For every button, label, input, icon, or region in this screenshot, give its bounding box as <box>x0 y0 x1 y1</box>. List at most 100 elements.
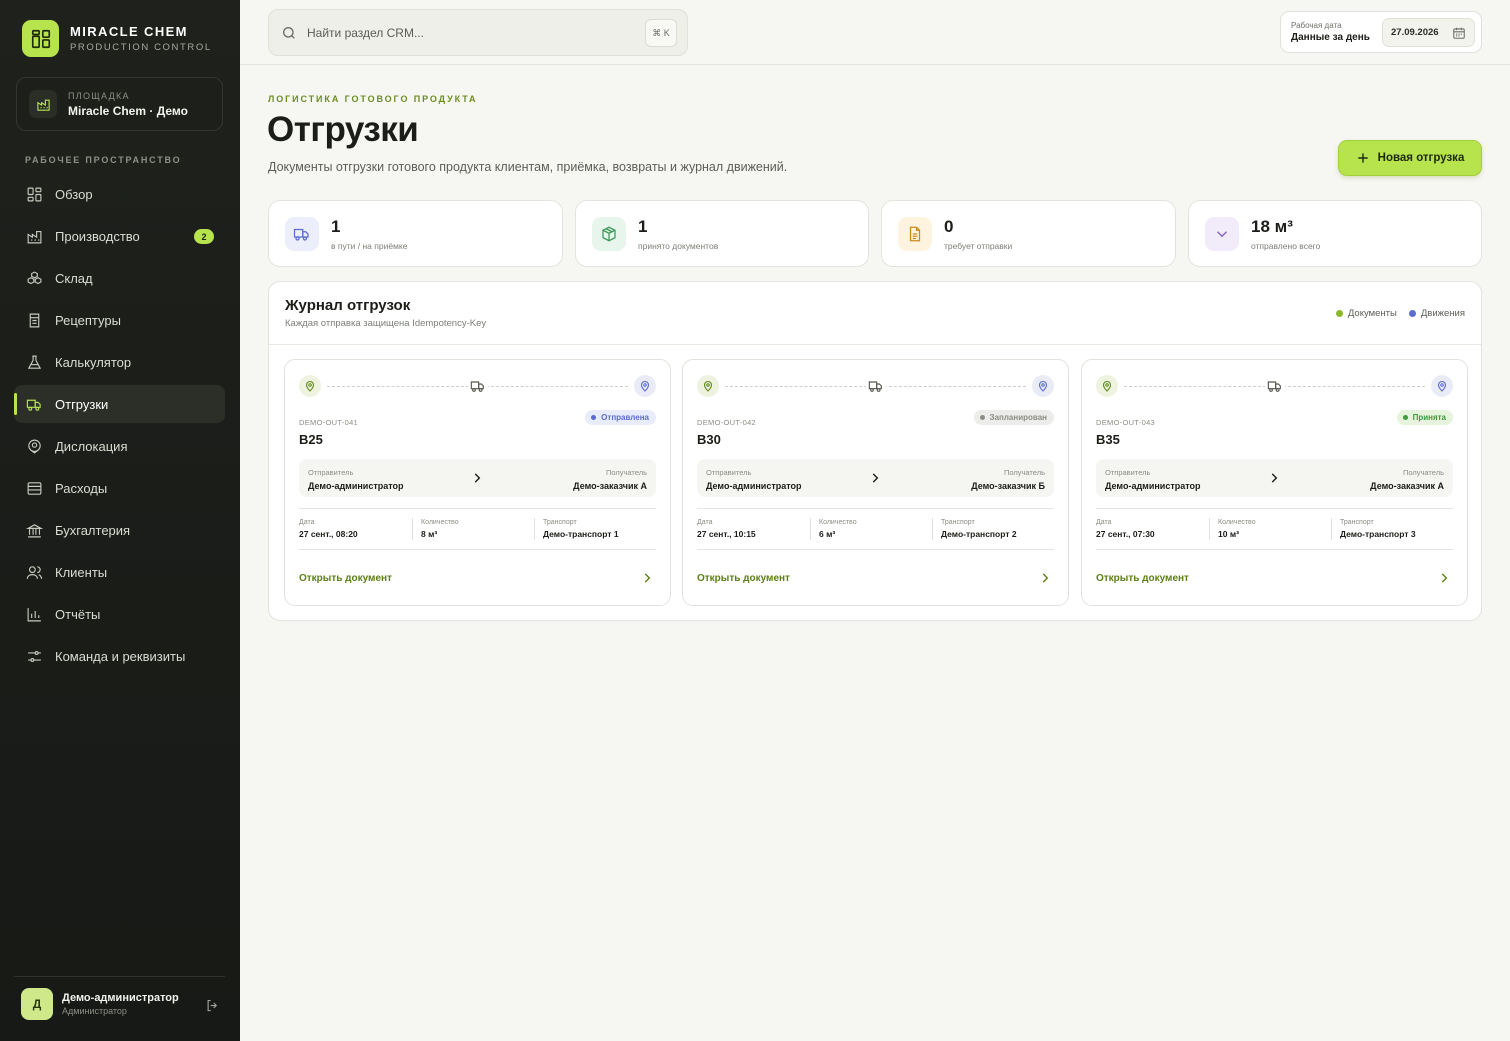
stat-value: 1 <box>331 216 341 236</box>
destination-pin-icon <box>634 375 656 397</box>
shipment-meta: Дата 27 сент., 08:20 Количество 8 м³ Транс… <box>299 508 656 550</box>
brand[interactable]: MIRACLE CHEM PRODUCTION CONTROL <box>22 20 212 57</box>
sidebar-item-reports[interactable]: Отчёты <box>14 595 225 633</box>
open-document-link[interactable]: Открыть документ <box>1096 570 1453 586</box>
shipment-code: DEMO-OUT-041 <box>299 418 359 427</box>
origin-pin-icon <box>1096 375 1118 397</box>
page-description: Документы отгрузки готового продукта кли… <box>268 160 788 174</box>
receiver-label: Получатель <box>1403 468 1444 477</box>
quantity-value: 10 м³ <box>1218 529 1239 539</box>
search-input[interactable] <box>307 25 627 40</box>
destination-pin-icon <box>1431 375 1453 397</box>
sender-label: Отправитель <box>308 468 354 477</box>
truck-icon <box>866 376 886 396</box>
site-selector[interactable]: ПЛОЩАДКА Miracle Chem · Демо <box>16 77 223 131</box>
workdate-picker: Рабочая дата Данные за день 27.09.2026 <box>1280 11 1482 53</box>
boxes-icon <box>26 270 43 287</box>
sender-label: Отправитель <box>1105 468 1151 477</box>
sender-label: Отправитель <box>706 468 752 477</box>
sidebar-item-team[interactable]: Команда и реквизиты <box>14 637 225 675</box>
status-badge: Принята <box>1396 410 1453 425</box>
status-badge: Отправлена <box>585 410 656 425</box>
shipment-card[interactable]: Запланирован DEMO-OUT-042 B30 Отправител… <box>682 359 1069 606</box>
user-profile[interactable]: Д Демо-администратор Администратор <box>21 988 221 1020</box>
new-shipment-label: Новая отгрузка <box>1377 152 1465 164</box>
sidebar-item-label: Дислокация <box>55 438 128 454</box>
sidebar-item-shipments[interactable]: Отгрузки <box>14 385 225 423</box>
sidebar-item-overview[interactable]: Обзор <box>14 175 225 213</box>
logout-icon[interactable] <box>203 996 221 1014</box>
wallet-icon <box>26 480 43 497</box>
stat-label: требует отправки <box>944 240 1013 251</box>
shipment-route <box>299 375 656 397</box>
workspace-section-label: РАБОЧЕЕ ПРОСТРАНСТВО <box>25 155 182 165</box>
users-icon <box>26 564 43 581</box>
open-document-label: Открыть документ <box>299 572 392 584</box>
receiver-label: Получатель <box>1004 468 1045 477</box>
search-bar[interactable]: ⌘ K <box>268 9 688 56</box>
date-value: 27 сент., 07:30 <box>1096 529 1155 539</box>
journal-header: Журнал отгрузок Каждая отправка защищена… <box>269 282 1481 345</box>
open-document-link[interactable]: Открыть документ <box>299 570 656 586</box>
workdate-field[interactable]: 27.09.2026 <box>1382 18 1475 47</box>
sidebar-item-calculator[interactable]: Калькулятор <box>14 343 225 381</box>
sidebar-item-label: Рецептуры <box>55 312 121 328</box>
status-badge: Запланирован <box>973 410 1054 425</box>
origin-pin-icon <box>299 375 321 397</box>
transport-value: Демо-транспорт 3 <box>1340 529 1416 539</box>
factory-icon <box>26 228 43 245</box>
receiver-value: Демо-заказчик А <box>573 481 647 491</box>
receiver-label: Получатель <box>606 468 647 477</box>
shipment-parties: Отправитель Демо-администратор Получатель… <box>299 459 656 497</box>
legend-item-documents: Документы <box>1335 308 1397 319</box>
workdate-value: 27.09.2026 <box>1391 27 1439 38</box>
quantity-value: 8 м³ <box>421 529 438 539</box>
shipment-route <box>1096 375 1453 397</box>
sidebar-item-production[interactable]: Производство 2 <box>14 217 225 255</box>
page-eyebrow: ЛОГИСТИКА ГОТОВОГО ПРОДУКТА <box>268 94 478 104</box>
calendar-icon <box>1452 26 1466 40</box>
shipment-card[interactable]: Принята DEMO-OUT-043 B35 Отправитель Демо… <box>1081 359 1468 606</box>
user-name: Демо-администратор <box>62 992 179 1004</box>
transport-label: Транспорт <box>1340 519 1374 526</box>
site-value: Miracle Chem · Демо <box>68 103 188 118</box>
open-document-link[interactable]: Открыть документ <box>697 570 1054 586</box>
shipment-card[interactable]: Отправлена DEMO-OUT-041 B25 Отправитель Д… <box>284 359 671 606</box>
new-shipment-button[interactable]: Новая отгрузка <box>1338 140 1482 176</box>
brand-name: MIRACLE CHEM <box>70 24 188 39</box>
flask-icon <box>26 354 43 371</box>
sidebar-item-warehouse[interactable]: Склад <box>14 259 225 297</box>
workdate-sublabel: Данные за день <box>1291 32 1370 43</box>
chevron-right-icon <box>1437 571 1451 585</box>
sidebar-item-label: Производство <box>55 228 140 244</box>
transport-label: Транспорт <box>543 519 577 526</box>
shipment-meta: Дата 27 сент., 10:15 Количество 6 м³ Транс… <box>697 508 1054 550</box>
stat-label: в пути / на приёмке <box>331 240 408 251</box>
chevron-down-icon <box>1205 216 1239 251</box>
sidebar-item-recipes[interactable]: Рецептуры <box>14 301 225 339</box>
sidebar-item-label: Клиенты <box>55 564 108 580</box>
shipment-product: B25 <box>299 432 323 447</box>
sidebar-item-label: Расходы <box>55 480 108 496</box>
sidebar-item-clients[interactable]: Клиенты <box>14 553 225 591</box>
sidebar-item-expenses[interactable]: Расходы <box>14 469 225 507</box>
stat-value: 0 <box>944 216 954 236</box>
truck-icon <box>285 216 319 251</box>
journal-subtitle: Каждая отправка защищена Idempotency-Key <box>285 318 487 329</box>
chevron-right-icon <box>868 471 882 485</box>
stat-accepted: 1 принято документов <box>575 200 869 267</box>
shipment-parties: Отправитель Демо-администратор Получатель… <box>697 459 1054 497</box>
sidebar-nav: Обзор Производство 2 Склад Рецептуры Кал… <box>14 175 225 679</box>
legend-item-movements: Движения <box>1408 308 1465 319</box>
grid-icon <box>26 186 43 203</box>
search-icon <box>281 25 297 41</box>
date-value: 27 сент., 10:15 <box>697 529 756 539</box>
date-value: 27 сент., 08:20 <box>299 529 358 539</box>
date-label: Дата <box>1096 519 1112 526</box>
page-title: Отгрузки <box>267 110 419 149</box>
chevron-right-icon <box>1267 471 1281 485</box>
sidebar-item-dislocation[interactable]: Дислокация <box>14 427 225 465</box>
shipment-meta: Дата 27 сент., 07:30 Количество 10 м³ Тран… <box>1096 508 1453 550</box>
shipment-product: B35 <box>1096 432 1120 447</box>
sidebar-item-accounting[interactable]: Бухгалтерия <box>14 511 225 549</box>
